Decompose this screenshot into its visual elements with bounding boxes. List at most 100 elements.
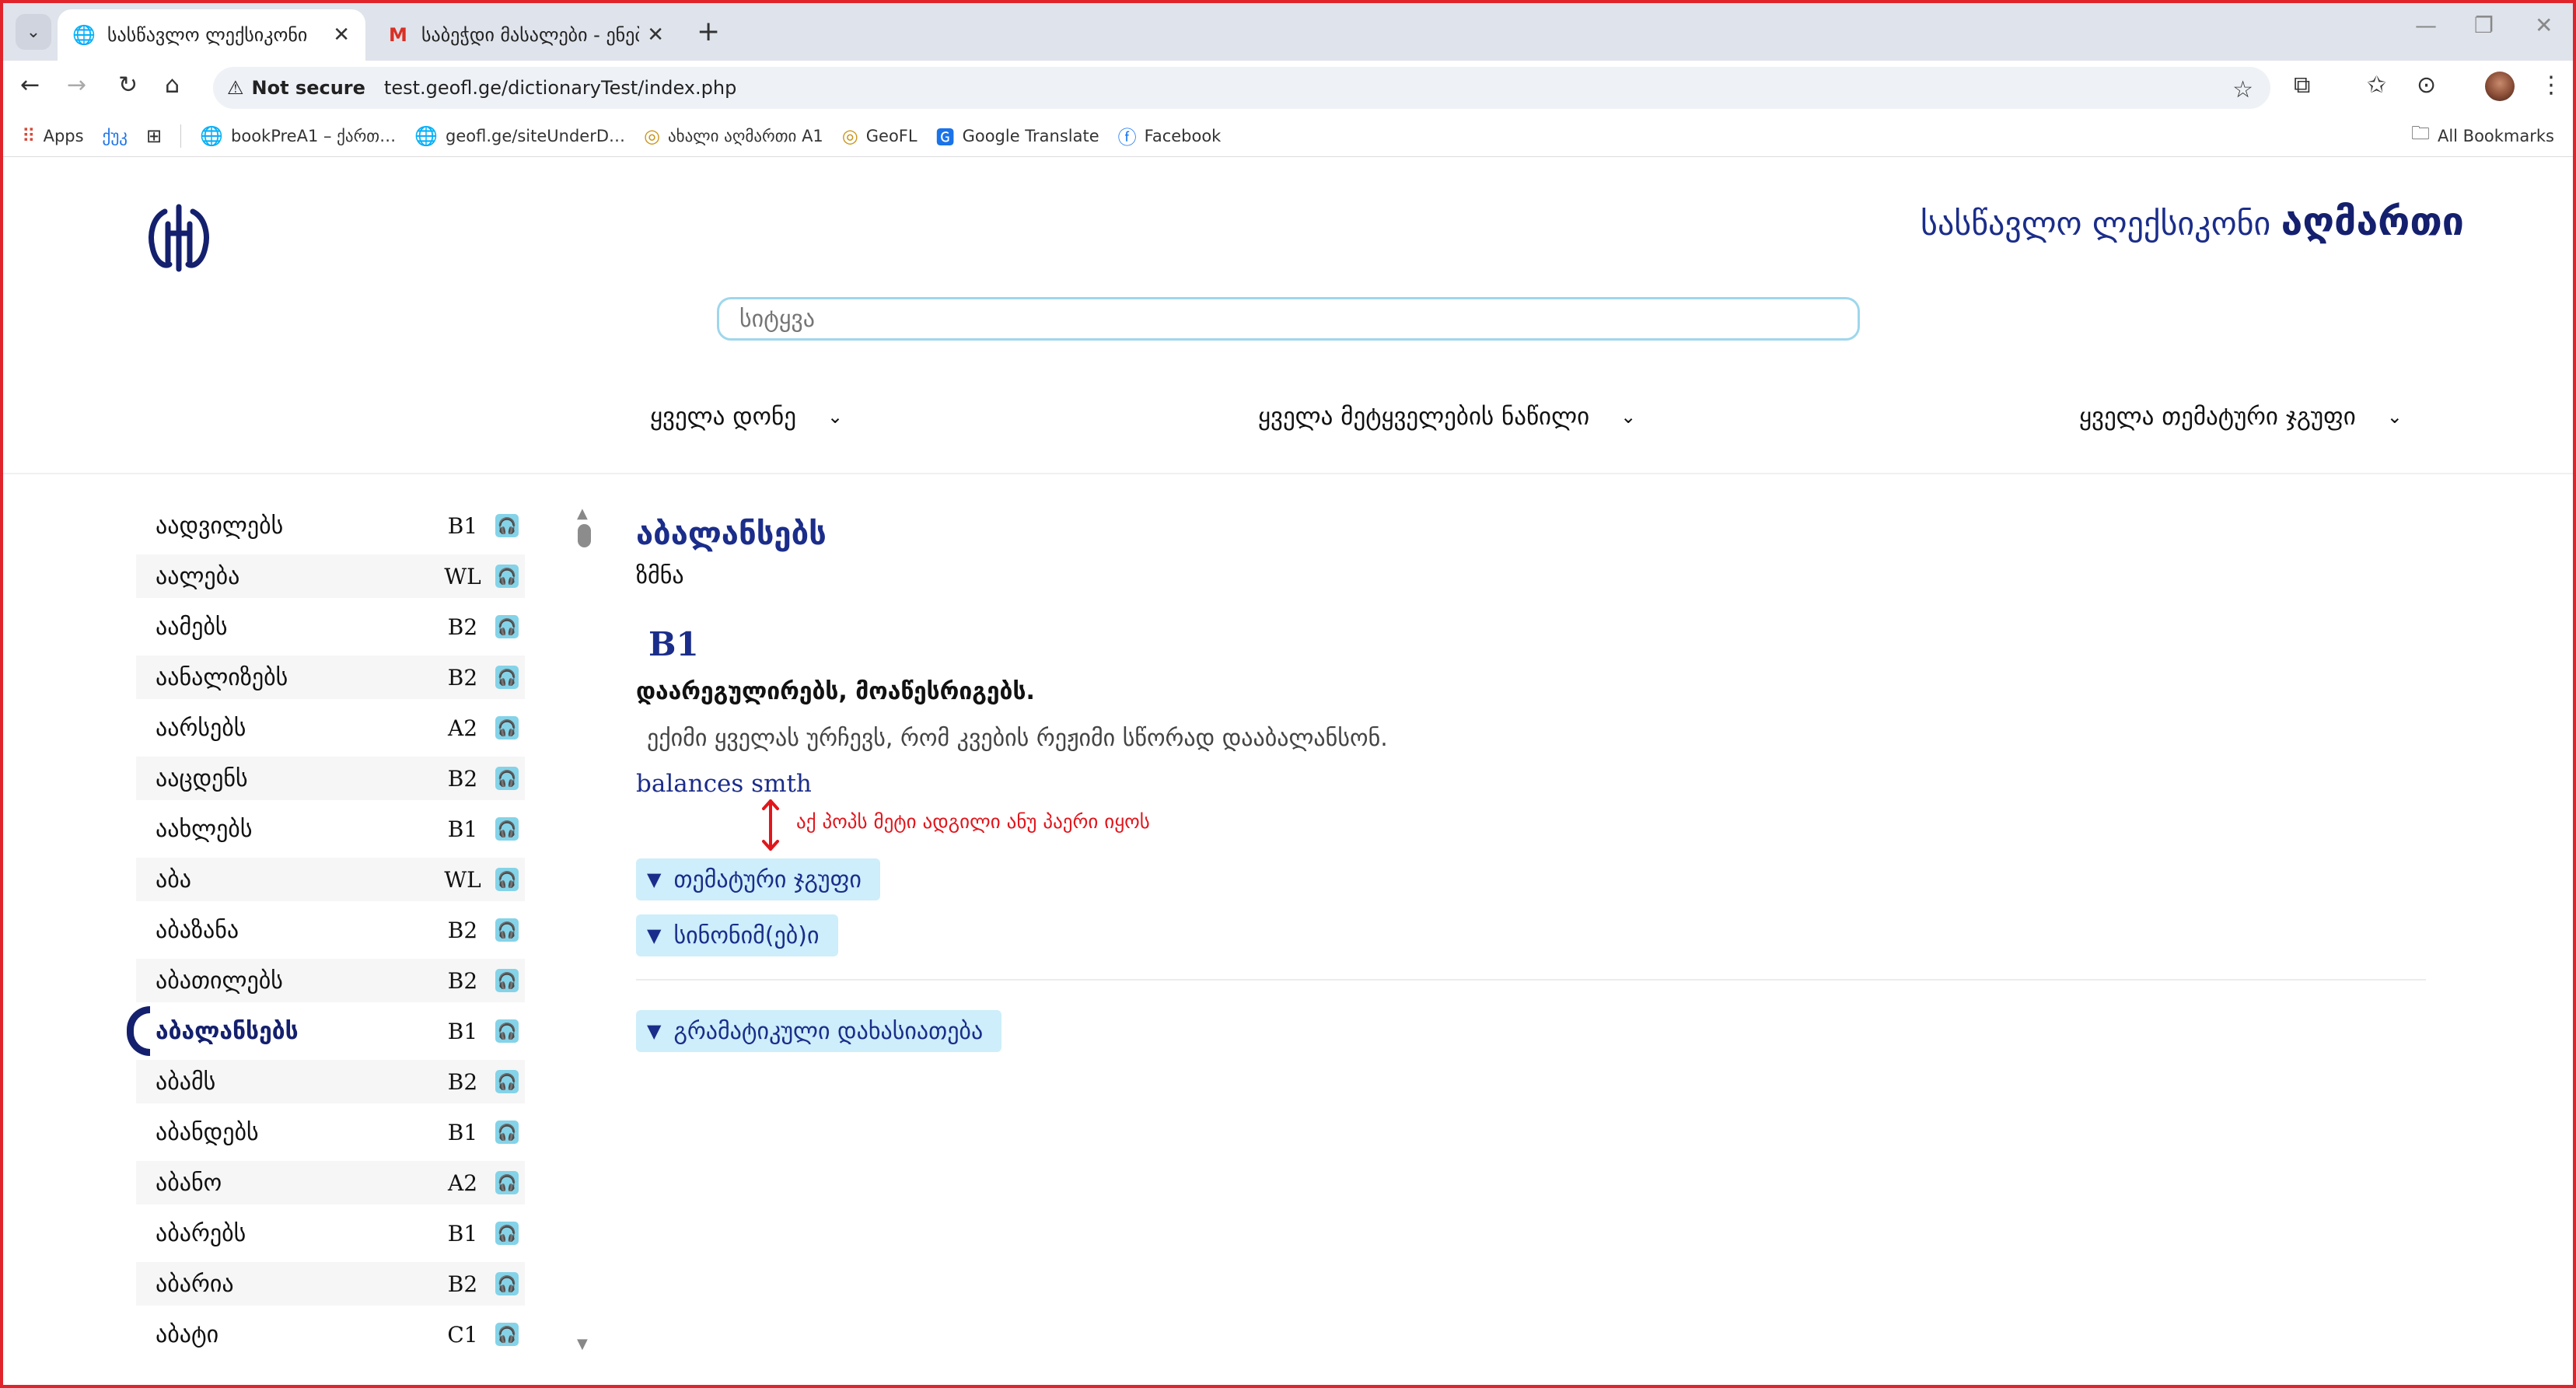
word-list-item[interactable]: აადვილებს B1 🎧: [136, 504, 525, 547]
word-list-item[interactable]: აანალიზებს B2 🎧: [136, 656, 525, 699]
pos-filter[interactable]: ყველა მეტყველების ნაწილი ⌄: [1258, 403, 1636, 431]
thematic-group-toggle[interactable]: ▼ თემატური ჯგუფი: [636, 858, 880, 900]
back-icon[interactable]: ←: [20, 72, 40, 99]
entry-definition: დაარეგულირებს, მოაწესრიგებს.: [636, 678, 1035, 705]
headphones-icon[interactable]: 🎧: [495, 1171, 519, 1194]
headphones-icon[interactable]: 🎧: [495, 514, 519, 537]
headphones-icon[interactable]: 🎧: [495, 868, 519, 891]
tab-bar: ⌄ 🌐 სასწავლო ლექსიკონი ✕ M საბეჭდი მასალ…: [3, 3, 2573, 61]
word-list-item[interactable]: აბათილებს B2 🎧: [136, 959, 525, 1002]
chevron-down-icon: ⌄: [2386, 406, 2403, 428]
scrollbar-thumb[interactable]: [578, 524, 591, 547]
globe-icon: 🌐: [200, 124, 224, 147]
word-list-item[interactable]: აამებს B2 🎧: [136, 605, 525, 649]
forward-icon[interactable]: →: [67, 72, 86, 99]
bookmark-manager-icon[interactable]: ✩: [2367, 72, 2386, 99]
minimize-icon[interactable]: —: [2415, 12, 2437, 38]
word-list-item[interactable]: აბანდებს B1 🎧: [136, 1110, 525, 1154]
headphones-icon[interactable]: 🎧: [495, 1019, 519, 1043]
tab-search-button[interactable]: ⌄: [16, 14, 51, 50]
extensions-icon[interactable]: ⧉: [2294, 72, 2310, 99]
bookmark-geofl[interactable]: ◎ GeoFL: [842, 125, 918, 147]
scroll-up-icon[interactable]: ▲: [577, 505, 588, 522]
menu-icon[interactable]: ⋮: [2539, 72, 2563, 99]
bookmark-separator: [180, 124, 182, 148]
word-list-item[interactable]: აარსებს A2 🎧: [136, 706, 525, 750]
accordion-label: გრამატიკული დახასიათება: [673, 1017, 984, 1045]
word-list-item[interactable]: აბამს B2 🎧: [136, 1060, 525, 1103]
headphones-icon[interactable]: 🎧: [495, 969, 519, 992]
headphones-icon[interactable]: 🎧: [495, 565, 519, 588]
level-filter[interactable]: ყველა დონე ⌄: [650, 403, 843, 431]
all-bookmarks[interactable]: 🗀 All Bookmarks: [2411, 120, 2554, 152]
word-label: აბატი: [156, 1320, 219, 1348]
bookmark-apps[interactable]: ⠿ Apps: [22, 125, 84, 147]
level-filter-label: ყველა დონე: [650, 403, 796, 431]
word-level: B1: [447, 1018, 478, 1044]
google-lens-icon[interactable]: ⊙: [2417, 72, 2436, 99]
restore-icon[interactable]: ❐: [2474, 12, 2494, 38]
word-list-item[interactable]: აბა WL 🎧: [136, 858, 525, 901]
close-tab-icon[interactable]: ✕: [647, 23, 664, 47]
headphones-icon[interactable]: 🎧: [495, 1070, 519, 1093]
accordion-label: თემატური ჯგუფი: [673, 865, 862, 893]
grammar-toggle[interactable]: ▼ გრამატიკული დახასიათება: [636, 1010, 1002, 1052]
word-list-item[interactable]: აბაზანა B2 🎧: [136, 908, 525, 952]
headphones-icon[interactable]: 🎧: [495, 1272, 519, 1295]
url-text: test.geofl.ge/dictionaryTest/index.php: [383, 77, 737, 99]
word-list-item[interactable]: აალება WL 🎧: [136, 554, 525, 598]
new-tab-icon[interactable]: +: [697, 16, 720, 47]
divider: [3, 473, 2573, 474]
headphones-icon[interactable]: 🎧: [495, 615, 519, 638]
word-list-item[interactable]: აბარებს B1 🎧: [136, 1211, 525, 1255]
address-bar[interactable]: ⚠ Not secure test.geofl.ge/dictionaryTes…: [213, 67, 2270, 109]
reload-icon[interactable]: ↻: [118, 72, 138, 99]
entry-translation: balances smth: [636, 770, 812, 798]
bookmark-facebook[interactable]: ⓕ Facebook: [1118, 122, 1222, 149]
scroll-down-icon[interactable]: ▼: [577, 1336, 588, 1352]
bookmark-akhali-aghmarti[interactable]: ◎ ახალი აღმართი A1: [644, 125, 823, 147]
bookmark-geofl-under[interactable]: 🌐 geofl.ge/siteUnderD…: [414, 125, 625, 147]
headphones-icon[interactable]: 🎧: [495, 1222, 519, 1245]
bookmark-bookprea1[interactable]: 🌐 bookPreA1 – ქართ…: [200, 125, 396, 147]
headphones-icon[interactable]: 🎧: [495, 918, 519, 942]
navigation-bar: ← → ↻ ⌂ ⚠ Not secure test.geofl.ge/dicti…: [3, 61, 2573, 115]
search-input[interactable]: [717, 297, 1860, 341]
synonyms-toggle[interactable]: ▼ სინონიმ(ებ)ი: [636, 914, 838, 956]
bookmark-star-icon[interactable]: ☆: [2232, 76, 2253, 103]
tab-active[interactable]: 🌐 სასწავლო ლექსიკონი ✕: [58, 9, 365, 61]
tab-inactive[interactable]: M საბეჭდი მასალები - ენებ… ✕: [372, 9, 680, 61]
headphones-icon[interactable]: 🎧: [495, 1323, 519, 1346]
word-list-item[interactable]: აბატი C1 🎧: [136, 1313, 525, 1356]
headphones-icon[interactable]: 🎧: [495, 767, 519, 790]
headphones-icon[interactable]: 🎧: [495, 817, 519, 841]
site-title: სასწავლო ლექსიკონი აღმართი: [1921, 199, 2464, 244]
close-tab-icon[interactable]: ✕: [333, 23, 350, 47]
word-level: WL: [444, 563, 481, 589]
home-icon[interactable]: ⌂: [165, 72, 180, 99]
chevron-down-icon: ⌄: [1620, 406, 1637, 428]
close-window-icon[interactable]: ✕: [2535, 12, 2553, 38]
bookmark-kuk[interactable]: ქუკ: [103, 127, 128, 145]
gmail-icon: M: [389, 24, 407, 46]
triangle-down-icon: ▼: [647, 869, 662, 890]
word-list-item[interactable]: ააცდენს B2 🎧: [136, 757, 525, 800]
theme-filter[interactable]: ყველა თემატური ჯგუფი ⌄: [2079, 403, 2403, 431]
word-list-item[interactable]: აახლებს B1 🎧: [136, 807, 525, 851]
site-icon: ◎: [644, 124, 660, 147]
bookmark-grid[interactable]: ⊞: [146, 125, 162, 147]
security-indicator[interactable]: ⚠ Not secure: [227, 77, 365, 99]
word-list-item-selected[interactable]: აბალანსებს B1 🎧: [127, 1006, 525, 1056]
word-label: აბათილებს: [156, 967, 283, 995]
headphones-icon[interactable]: 🎧: [495, 666, 519, 689]
word-list-item[interactable]: აბარია B2 🎧: [136, 1262, 525, 1306]
word-list-item[interactable]: აბანო A2 🎧: [136, 1161, 525, 1204]
bookmark-label: GeoFL: [865, 126, 918, 145]
headphones-icon[interactable]: 🎧: [495, 716, 519, 739]
theme-filter-label: ყველა თემატური ჯგუფი: [2079, 403, 2356, 431]
entry-level: B1: [648, 625, 699, 663]
profile-avatar[interactable]: [2485, 72, 2515, 101]
word-level: B2: [447, 1068, 478, 1095]
headphones-icon[interactable]: 🎧: [495, 1121, 519, 1144]
bookmark-google-translate[interactable]: 🅶 Google Translate: [936, 122, 1099, 149]
